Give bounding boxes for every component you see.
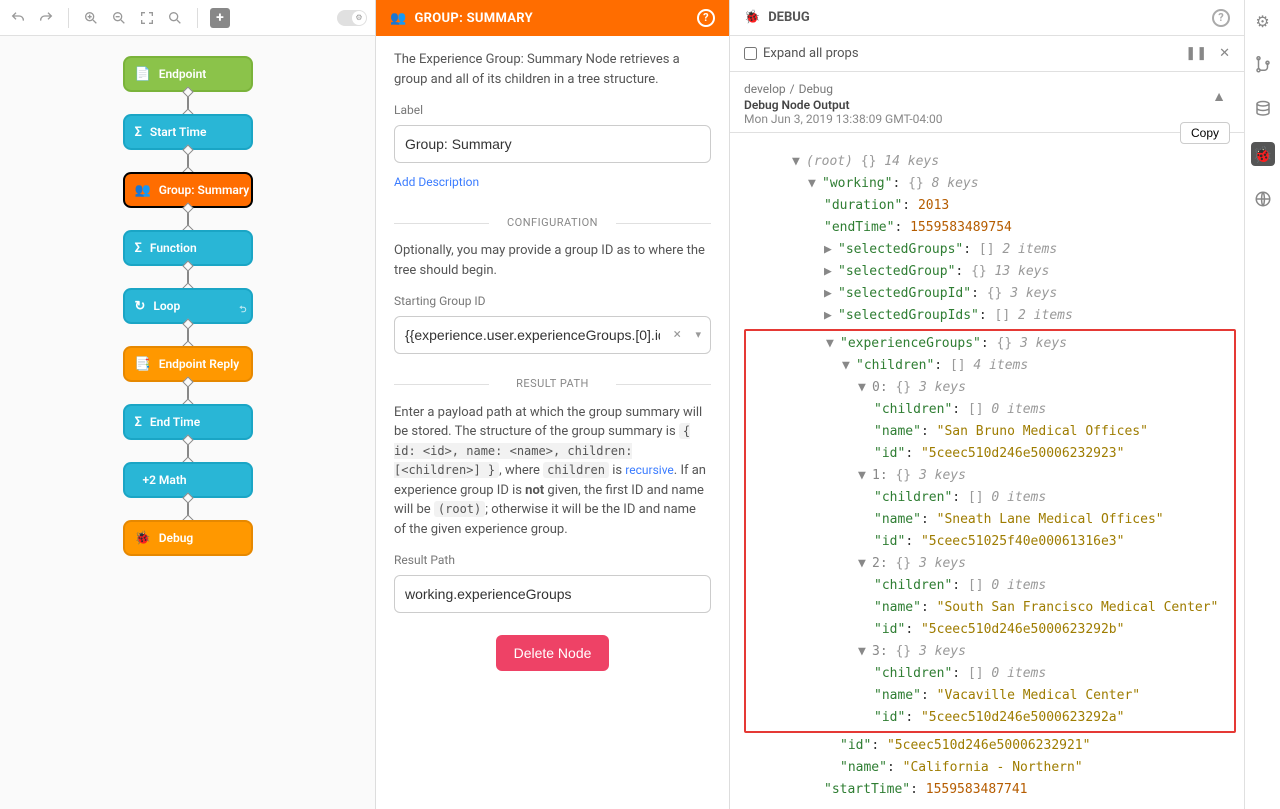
database-icon[interactable] (1252, 98, 1274, 120)
node-connector (187, 324, 189, 346)
workflow-node[interactable]: 🐞 Debug (123, 520, 253, 556)
editor-intro: The Experience Group: Summary Node retri… (394, 50, 711, 89)
node-icon: 📄 (135, 67, 151, 82)
result-text: Enter a payload path at which the group … (394, 403, 711, 540)
redo-icon[interactable] (36, 8, 56, 28)
node-icon: ↻ (135, 299, 146, 314)
pause-icon[interactable]: ❚❚ (1185, 46, 1207, 61)
editor-title: Group: Summary (415, 11, 533, 26)
label-field-label: Label (394, 101, 711, 119)
loop-badge-icon: ⮌ (239, 302, 246, 318)
zoom-out-icon[interactable] (109, 8, 129, 28)
settings-toggle[interactable] (337, 10, 367, 26)
config-divider: CONFIGURATION (394, 215, 711, 232)
node-connector (187, 208, 189, 230)
undo-icon[interactable] (8, 8, 28, 28)
gear-icon[interactable]: ⚙ (1252, 10, 1274, 32)
zoom-in-icon[interactable] (81, 8, 101, 28)
node-connector (187, 440, 189, 462)
node-icon: 👥 (135, 183, 151, 198)
expand-props-checkbox[interactable] (744, 47, 757, 60)
recursive-link[interactable]: recursive (625, 463, 674, 477)
highlighted-region: ▼"experienceGroups": {} 3 keys▼"children… (744, 329, 1236, 733)
expand-props-label: Expand all props (763, 46, 859, 61)
copy-button[interactable]: Copy (1180, 122, 1230, 144)
debug-rail-icon[interactable]: 🐞 (1251, 142, 1275, 166)
node-label: Loop (153, 299, 180, 313)
canvas-toolbar: + (0, 0, 375, 36)
debug-title: Debug (768, 10, 810, 25)
node-connector (187, 150, 189, 172)
workflow-canvas[interactable]: 📄 Endpoint Σ Start Time 👥 Group: Summary Σ Func… (0, 36, 375, 809)
node-label: End Time (150, 415, 200, 429)
debug-output-title: Debug Node Output (744, 98, 1230, 112)
node-connector (187, 266, 189, 288)
bug-icon: 🐞 (744, 10, 760, 25)
node-label: Endpoint Reply (159, 357, 240, 371)
people-icon: 👥 (390, 11, 407, 26)
node-label: Start Time (150, 125, 207, 139)
node-label: Endpoint (159, 67, 207, 81)
help-icon[interactable]: ? (697, 9, 715, 27)
node-icon: Σ (135, 241, 142, 256)
debug-timestamp: Mon Jun 3, 2019 13:38:09 GMT-04:00 (744, 112, 1230, 126)
editor-header: 👥 Group: Summary ? (376, 0, 729, 36)
node-label: Debug (159, 531, 194, 545)
node-icon: 📑 (135, 357, 151, 372)
node-label: Group: Summary (159, 183, 250, 197)
close-icon[interactable]: ✕ (1219, 46, 1230, 61)
side-rail: ⚙ 🐞 (1244, 0, 1280, 809)
result-divider: RESULT PATH (394, 376, 711, 393)
node-connector (187, 92, 189, 114)
debug-tree[interactable]: ▼(root) {} 14 keys▼"working": {} 8 keys"… (730, 133, 1244, 809)
result-path-label: Result Path (394, 551, 711, 569)
starting-group-label: Starting Group ID (394, 292, 711, 310)
node-label: +2 Math (143, 473, 187, 487)
globe-icon[interactable] (1252, 188, 1274, 210)
label-input[interactable] (394, 125, 711, 163)
node-icon: Σ (135, 415, 142, 430)
config-text: Optionally, you may provide a group ID a… (394, 241, 711, 280)
breadcrumb: develop/Debug (744, 82, 1230, 96)
clear-icon[interactable]: × (674, 325, 681, 346)
result-path-input[interactable] (394, 575, 711, 613)
debug-header: 🐞 Debug ? (730, 0, 1244, 36)
branch-icon[interactable] (1252, 54, 1274, 76)
fit-icon[interactable] (137, 8, 157, 28)
node-label: Function (150, 241, 197, 255)
chevron-down-icon[interactable]: ▾ (695, 327, 701, 344)
starting-group-input[interactable] (394, 316, 711, 354)
collapse-icon[interactable]: ▲ (1212, 88, 1226, 105)
add-description-link[interactable]: Add Description (394, 175, 479, 189)
node-connector (187, 498, 189, 520)
node-connector (187, 382, 189, 404)
delete-node-button[interactable]: Delete Node (496, 635, 610, 671)
debug-help-icon[interactable]: ? (1212, 9, 1230, 27)
add-node-icon[interactable]: + (210, 8, 230, 28)
zoom-search-icon[interactable] (165, 8, 185, 28)
node-icon: Σ (135, 125, 142, 140)
node-icon: 🐞 (135, 531, 151, 546)
